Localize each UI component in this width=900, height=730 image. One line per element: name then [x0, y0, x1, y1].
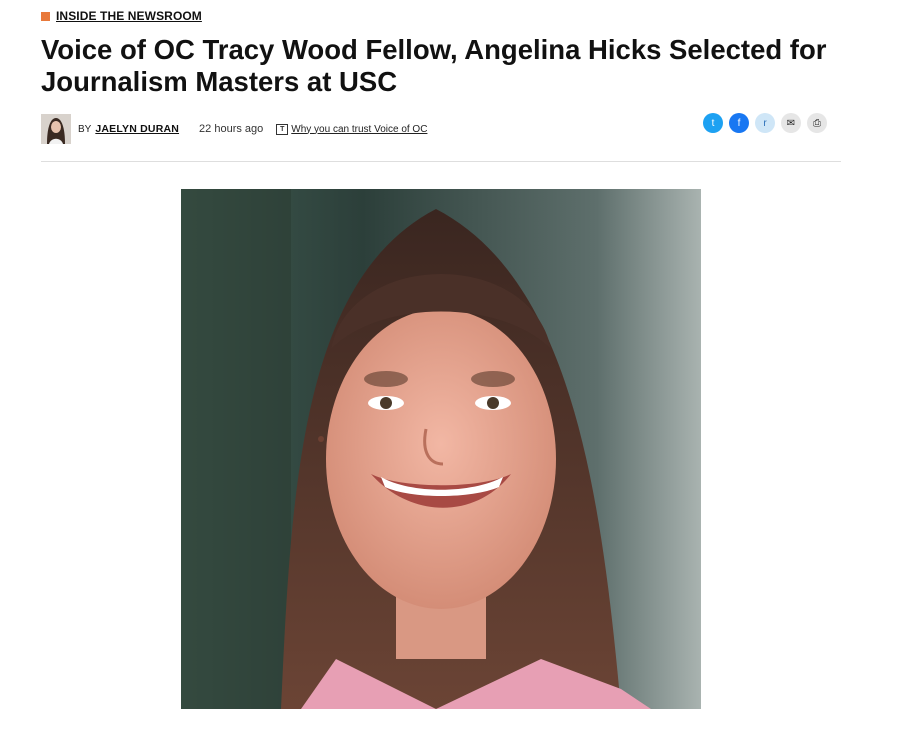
share-reddit-icon[interactable]: r — [755, 113, 775, 133]
category-link[interactable]: INSIDE THE NEWSROOM — [56, 9, 202, 23]
author-avatar[interactable] — [41, 114, 71, 144]
article-title: Voice of OC Tracy Wood Fellow, Angelina … — [41, 34, 827, 97]
byline: BY JAELYN DURAN 22 hours ago T Why you c… — [41, 114, 427, 144]
share-email-icon[interactable]: ✉ — [781, 113, 801, 133]
trust-link-wrapper[interactable]: T Why you can trust Voice of OC — [276, 123, 427, 135]
category-tag: INSIDE THE NEWSROOM — [41, 9, 202, 23]
share-print-icon[interactable]: ⎙ — [807, 113, 827, 133]
share-twitter-icon[interactable]: t — [703, 113, 723, 133]
category-square-icon — [41, 11, 50, 21]
featured-photo — [181, 189, 701, 709]
byline-by: BY — [78, 123, 92, 135]
share-buttons: t f r ✉ ⎙ — [703, 113, 827, 133]
trust-link[interactable]: Why you can trust Voice of OC — [291, 124, 427, 135]
share-facebook-icon[interactable]: f — [729, 113, 749, 133]
trust-icon: T — [276, 123, 289, 135]
author-link[interactable]: JAELYN DURAN — [95, 123, 179, 135]
publish-time: 22 hours ago — [199, 123, 264, 135]
header-divider — [41, 161, 841, 162]
